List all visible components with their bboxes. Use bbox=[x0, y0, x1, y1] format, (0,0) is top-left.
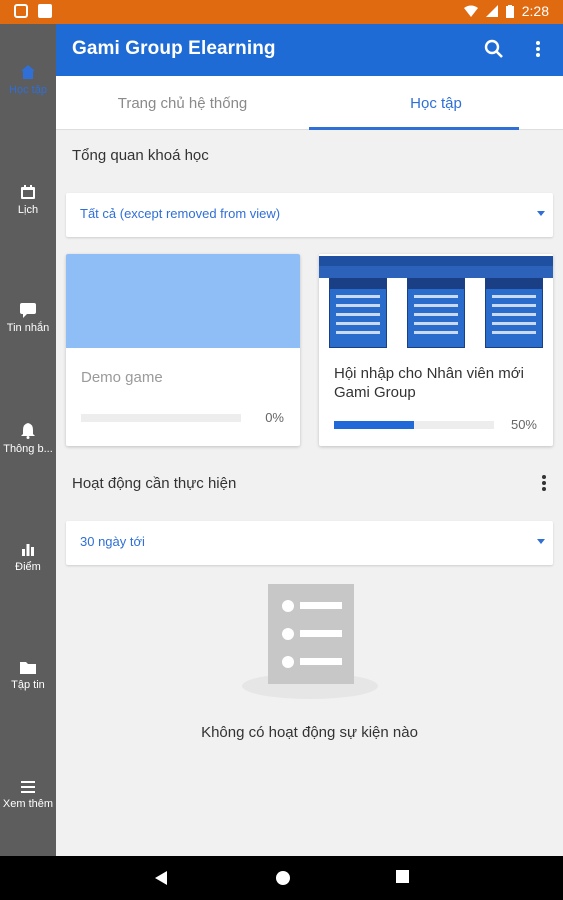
rail-item-label: Xem thêm bbox=[2, 798, 54, 810]
activities-menu-button[interactable] bbox=[541, 474, 547, 497]
wifi-icon bbox=[463, 5, 478, 17]
menu-icon bbox=[21, 781, 35, 793]
activities-filter-value: 30 ngày tới bbox=[80, 534, 145, 549]
course-name: Hội nhập cho Nhân viên mới Gami Group bbox=[334, 365, 524, 401]
signal-icon bbox=[485, 5, 498, 17]
rail-item-more[interactable]: Xem thêm bbox=[0, 780, 56, 810]
rail-item-label: Thông b... bbox=[3, 443, 53, 455]
rail-item-notifications[interactable]: Thông b... bbox=[0, 422, 56, 455]
rail-item-label: Tập tin bbox=[11, 679, 45, 691]
caret-down-icon bbox=[537, 539, 545, 544]
tab-indicator bbox=[309, 127, 519, 130]
empty-state-message: Không có hoạt động sự kiện nào bbox=[201, 724, 418, 741]
more-vertical-icon bbox=[542, 475, 546, 491]
rail-item-label: Tin nhắn bbox=[6, 322, 50, 334]
back-icon[interactable] bbox=[154, 870, 168, 886]
search-button[interactable] bbox=[481, 36, 507, 62]
caret-down-icon bbox=[537, 211, 545, 216]
rail-item-label: Điểm bbox=[15, 561, 41, 573]
course-cover-image bbox=[319, 254, 553, 348]
home-icon bbox=[21, 65, 35, 79]
more-vertical-icon bbox=[536, 41, 540, 57]
rail-item-messages[interactable]: Tin nhắn bbox=[0, 302, 56, 334]
recents-icon[interactable] bbox=[396, 870, 409, 883]
rail-item-learning[interactable]: Học tập bbox=[0, 64, 56, 96]
status-time: 2:28 bbox=[521, 3, 549, 19]
course-cover-image bbox=[66, 254, 300, 348]
rail-item-files[interactable]: Tập tin bbox=[0, 660, 56, 691]
app-bar: Gami Group Elearning bbox=[56, 24, 563, 76]
tab-bar: Trang chủ hệ thống Học tập bbox=[56, 76, 563, 130]
calendar-icon bbox=[21, 185, 35, 199]
course-progress-fill bbox=[334, 421, 414, 429]
rail-item-label: Lịch bbox=[17, 204, 39, 216]
app-title: Gami Group Elearning bbox=[72, 38, 276, 59]
notification-icon bbox=[14, 4, 28, 18]
home-button-icon[interactable] bbox=[275, 870, 291, 886]
course-progress-label: 0% bbox=[265, 410, 284, 425]
status-bar: 2:28 bbox=[0, 0, 563, 24]
bar-chart-icon bbox=[22, 544, 34, 556]
tab-learning[interactable]: Học tập bbox=[309, 76, 563, 130]
course-progress-label: 50% bbox=[510, 417, 537, 432]
activities-filter-select[interactable]: 30 ngày tới bbox=[66, 521, 553, 565]
course-name: Demo game bbox=[81, 369, 163, 386]
bell-icon bbox=[21, 423, 35, 439]
course-card[interactable]: Demo game 0% bbox=[66, 254, 300, 446]
empty-list-icon bbox=[242, 584, 378, 699]
course-progress-bar bbox=[81, 414, 241, 422]
sd-card-icon bbox=[38, 4, 52, 18]
course-filter-value: Tất cả (except removed from view) bbox=[80, 206, 281, 221]
side-navigation-rail: Học tập Lịch Tin nhắn Thông b... Điểm Tậ… bbox=[0, 24, 56, 856]
rail-item-grades[interactable]: Điểm bbox=[0, 541, 56, 573]
course-progress-bar bbox=[334, 421, 494, 429]
system-navigation-bar bbox=[0, 856, 563, 900]
activities-title: Hoạt động cần thực hiện bbox=[72, 475, 237, 492]
rail-item-calendar[interactable]: Lịch bbox=[0, 184, 56, 216]
course-filter-select[interactable]: Tất cả (except removed from view) bbox=[66, 193, 553, 237]
tab-site-home[interactable]: Trang chủ hệ thống bbox=[56, 76, 309, 130]
chat-icon bbox=[20, 303, 36, 318]
rail-item-label: Học tập bbox=[9, 84, 47, 96]
course-overview-title: Tổng quan khoá học bbox=[72, 147, 209, 164]
course-card[interactable]: Hội nhập cho Nhân viên mới Gami Group 50… bbox=[319, 254, 553, 446]
overflow-menu-button[interactable] bbox=[525, 36, 551, 62]
folder-icon bbox=[20, 662, 36, 674]
battery-icon bbox=[505, 4, 514, 18]
search-icon bbox=[484, 39, 503, 58]
